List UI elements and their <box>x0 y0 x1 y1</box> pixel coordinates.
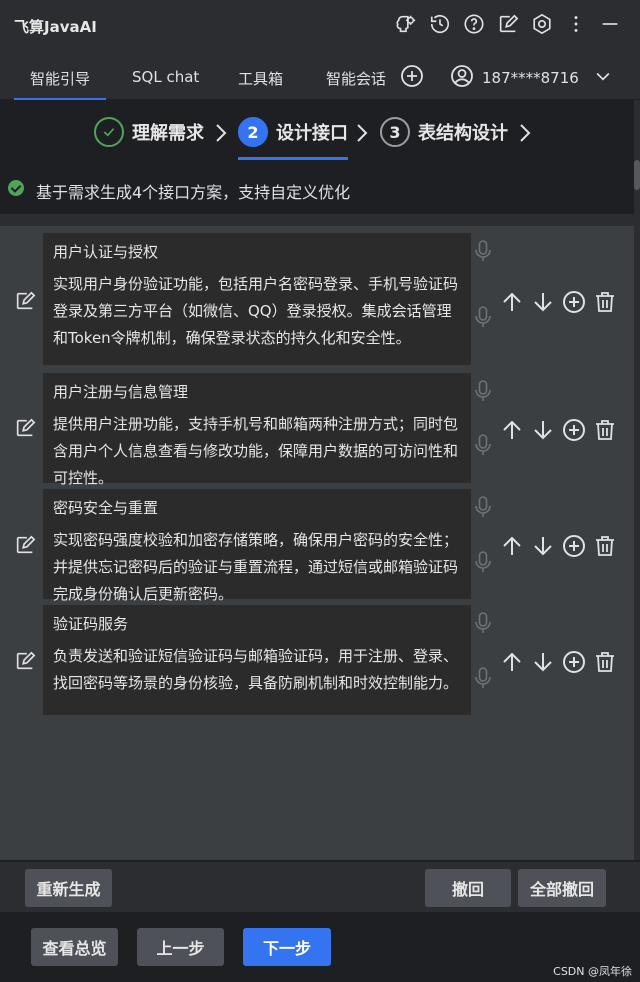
mic-icon[interactable] <box>473 305 493 329</box>
edit-icon[interactable] <box>496 12 520 36</box>
user-phone: 187****8716 <box>482 69 579 87</box>
prev-step-button[interactable]: 上一步 <box>137 928 224 966</box>
undo-all-button[interactable]: 全部撤回 <box>518 869 606 907</box>
card-actions <box>500 418 617 442</box>
user-menu[interactable]: 187****8716 <box>450 64 613 92</box>
step-label: 表结构设计 <box>418 123 508 144</box>
tab-bar: 智能引导 SQL chat 工具箱 智能会话 187****8716 <box>0 52 640 101</box>
chevron-right-icon <box>518 122 532 144</box>
mic-icon[interactable] <box>473 379 493 403</box>
delete-icon[interactable] <box>593 290 617 314</box>
title-bar: 飞算JavaAI <box>0 0 640 52</box>
delete-icon[interactable] <box>593 534 617 558</box>
move-up-icon[interactable] <box>500 534 524 558</box>
more-icon[interactable] <box>564 12 588 36</box>
history-icon[interactable] <box>428 12 452 36</box>
step-design-api[interactable]: 2 设计接口 <box>238 117 348 160</box>
settings-icon[interactable] <box>530 12 554 36</box>
move-down-icon[interactable] <box>531 418 555 442</box>
interface-title[interactable]: 验证码服务 <box>53 613 128 634</box>
tab-toolbox[interactable]: 工具箱 <box>238 68 283 89</box>
step-number: 3 <box>380 117 410 147</box>
add-icon[interactable] <box>562 290 586 314</box>
chevron-right-icon <box>355 122 369 144</box>
regenerate-button[interactable]: 重新生成 <box>25 869 112 907</box>
chevron-down-icon <box>593 66 613 90</box>
status-text: 基于需求生成4个接口方案，支持自定义优化 <box>36 183 351 202</box>
mic-icon[interactable] <box>473 666 493 690</box>
move-down-icon[interactable] <box>531 290 555 314</box>
app-title: 飞算JavaAI <box>14 18 97 36</box>
step-table-design[interactable]: 3 表结构设计 <box>380 117 508 147</box>
overview-button[interactable]: 查看总览 <box>31 928 118 966</box>
add-tab-icon[interactable] <box>400 64 424 88</box>
check-icon <box>94 117 124 147</box>
chevron-right-icon <box>214 122 228 144</box>
next-step-button[interactable]: 下一步 <box>243 928 331 966</box>
edit-icon[interactable] <box>14 650 36 672</box>
interface-card[interactable]: 用户认证与授权 实现用户身份验证功能，包括用户名密码登录、手机号验证码登录及第三… <box>43 233 471 365</box>
undo-button[interactable]: 撤回 <box>425 869 511 907</box>
add-icon[interactable] <box>562 418 586 442</box>
interface-card[interactable]: 验证码服务 负责发送和验证短信验证码与邮箱验证码，用于注册、登录、找回密码等场景… <box>43 605 471 715</box>
step-understand[interactable]: 理解需求 <box>94 117 204 147</box>
success-icon <box>8 180 24 196</box>
tab-sql-chat[interactable]: SQL chat <box>132 68 199 86</box>
delete-icon[interactable] <box>593 650 617 674</box>
interface-desc[interactable]: 实现密码强度校验和加密存储策略，确保用户密码的安全性；并提供忘记密码后的验证与重… <box>53 527 465 608</box>
brain-icon[interactable] <box>394 12 418 36</box>
steps-bar: 理解需求 2 设计接口 3 表结构设计 <box>0 100 640 162</box>
interface-title[interactable]: 用户认证与授权 <box>53 241 158 262</box>
step-number: 2 <box>238 117 268 147</box>
card-actions <box>500 290 617 314</box>
scrollbar-thumb[interactable] <box>634 160 640 190</box>
interface-title[interactable]: 用户注册与信息管理 <box>53 381 188 402</box>
step-label: 设计接口 <box>276 123 348 144</box>
interface-desc[interactable]: 提供用户注册功能，支持手机号和邮箱两种注册方式；同时包含用户个人信息查看与修改功… <box>53 411 465 492</box>
mic-icon[interactable] <box>473 433 493 457</box>
mic-icon[interactable] <box>473 550 493 574</box>
add-icon[interactable] <box>562 650 586 674</box>
edit-icon[interactable] <box>14 290 36 312</box>
status-bar: 基于需求生成4个接口方案，支持自定义优化 <box>0 162 640 214</box>
move-down-icon[interactable] <box>531 650 555 674</box>
scrollbar-track[interactable] <box>634 100 640 860</box>
card-actions <box>500 650 617 674</box>
interface-card[interactable]: 密码安全与重置 实现密码强度校验和加密存储策略，确保用户密码的安全性；并提供忘记… <box>43 489 471 603</box>
interface-title[interactable]: 密码安全与重置 <box>53 497 158 518</box>
move-up-icon[interactable] <box>500 290 524 314</box>
mic-icon[interactable] <box>473 611 493 635</box>
watermark: CSDN @凤年徐 <box>553 965 632 978</box>
step-label: 理解需求 <box>132 123 204 144</box>
avatar-icon <box>450 64 474 92</box>
tab-smart-guide[interactable]: 智能引导 <box>13 68 107 101</box>
edit-icon[interactable] <box>14 417 36 439</box>
move-up-icon[interactable] <box>500 418 524 442</box>
title-icons <box>394 12 622 36</box>
add-icon[interactable] <box>562 534 586 558</box>
edit-icon[interactable] <box>14 534 36 556</box>
minimize-icon[interactable] <box>598 12 622 36</box>
mic-icon[interactable] <box>473 239 493 263</box>
tab-smart-chat[interactable]: 智能会话 <box>326 68 386 89</box>
interface-desc[interactable]: 实现用户身份验证功能，包括用户名密码登录、手机号验证码登录及第三方平台（如微信、… <box>53 271 465 352</box>
card-actions <box>500 534 617 558</box>
move-down-icon[interactable] <box>531 534 555 558</box>
delete-icon[interactable] <box>593 418 617 442</box>
move-up-icon[interactable] <box>500 650 524 674</box>
interface-card[interactable]: 用户注册与信息管理 提供用户注册功能，支持手机号和邮箱两种注册方式；同时包含用户… <box>43 373 471 487</box>
interface-desc[interactable]: 负责发送和验证短信验证码与邮箱验证码，用于注册、登录、找回密码等场景的身份核验，… <box>53 643 465 697</box>
mic-icon[interactable] <box>473 495 493 519</box>
help-icon[interactable] <box>462 12 486 36</box>
